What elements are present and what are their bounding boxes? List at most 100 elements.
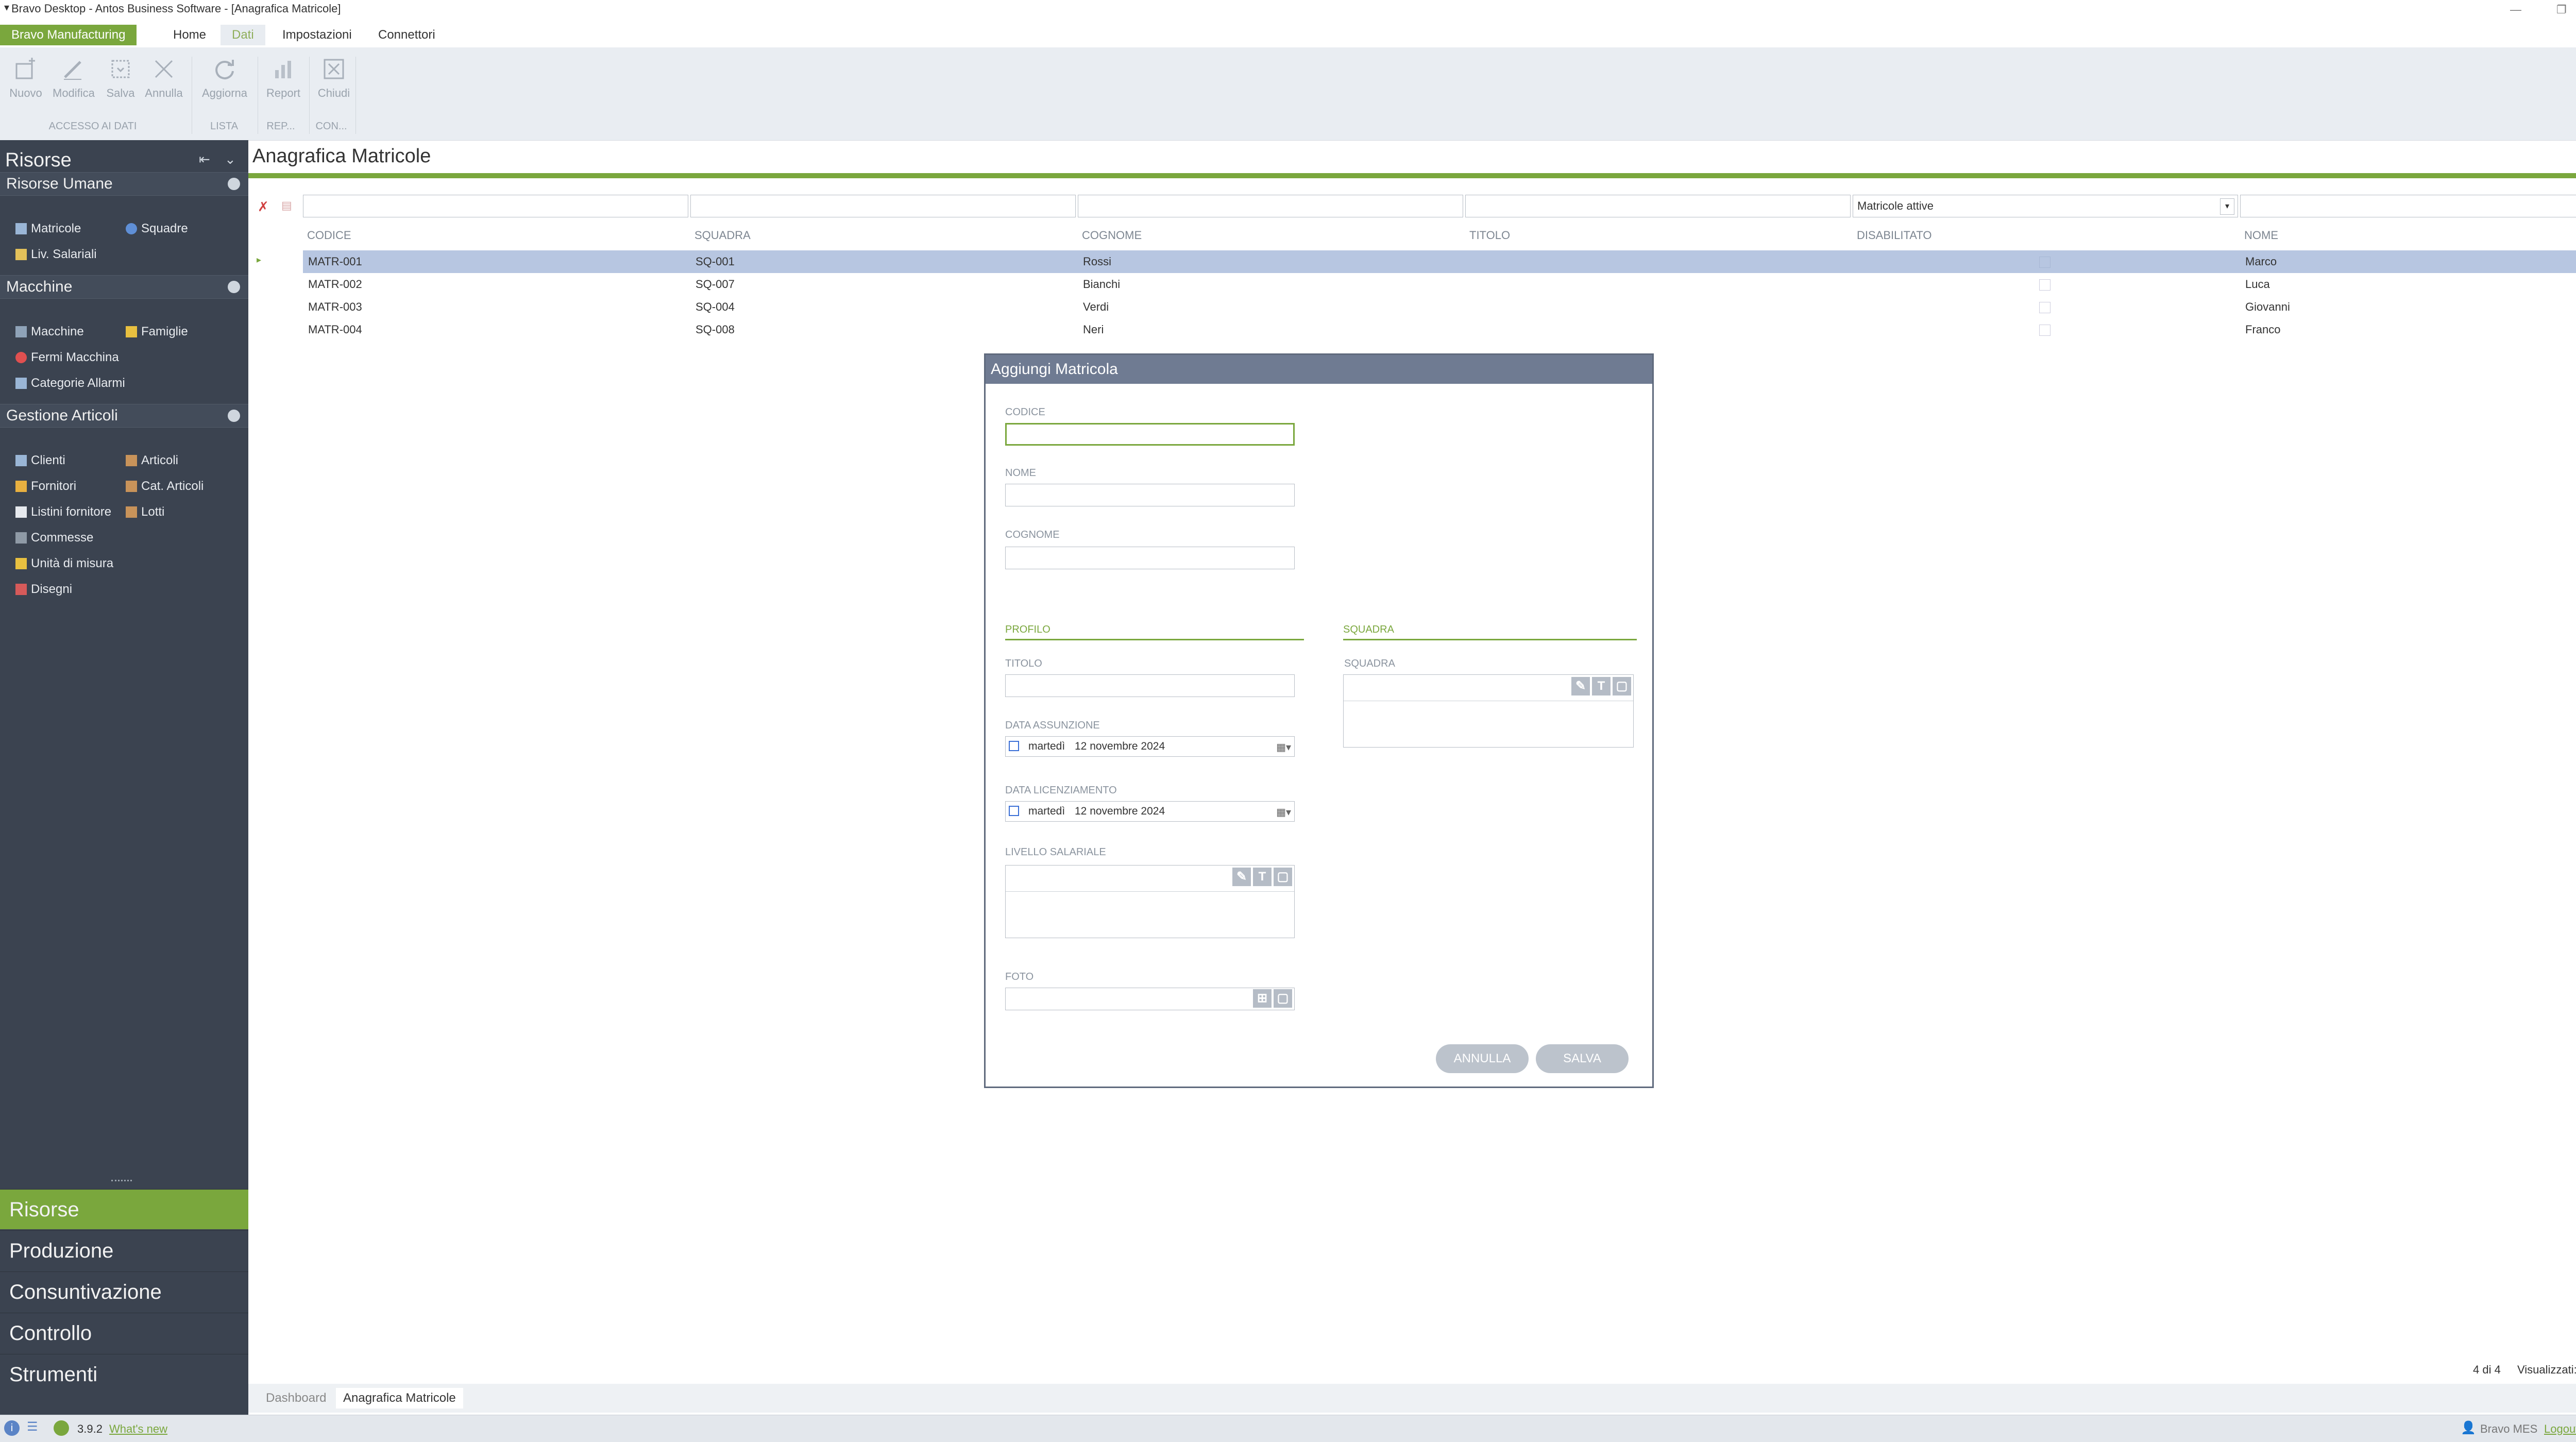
- filter-squadra-input[interactable]: [690, 195, 1076, 217]
- module-produzione[interactable]: Produzione: [0, 1230, 248, 1270]
- filter-nome-input[interactable]: [2240, 195, 2576, 217]
- edit-button[interactable]: Modifica: [53, 55, 95, 100]
- tab-anagrafica-matricole[interactable]: Anagrafica Matricole: [336, 1388, 463, 1409]
- logout-link[interactable]: Logout: [2544, 1422, 2576, 1436]
- user-icon: 👤: [2461, 1421, 2476, 1435]
- sidebar-item-articoli[interactable]: Articoli: [126, 451, 178, 470]
- sidebar-item-matricole[interactable]: Matricole: [15, 219, 81, 238]
- tab-impostazioni[interactable]: Impostazioni: [271, 25, 363, 45]
- tab-dashboard[interactable]: Dashboard: [259, 1388, 333, 1409]
- edit-link-icon[interactable]: ✎: [1571, 677, 1590, 695]
- sidebar-item-liv-salariali[interactable]: Liv. Salariali: [15, 245, 97, 264]
- codice-field[interactable]: [1005, 423, 1295, 446]
- tab-connettori[interactable]: Connettori: [367, 25, 447, 45]
- cognome-field[interactable]: [1005, 547, 1295, 569]
- column-header-squadra[interactable]: SQUADRA: [694, 229, 751, 242]
- sidebar-item-lotti[interactable]: Lotti: [126, 503, 164, 521]
- calendar-icon[interactable]: ▦▾: [1276, 803, 1291, 822]
- nome-field[interactable]: [1005, 484, 1295, 506]
- table-row[interactable]: MATR-004 SQ-008 Neri Franco: [303, 318, 2576, 341]
- section-pie-icon[interactable]: [228, 410, 240, 422]
- filter-cognome-input[interactable]: [1078, 195, 1463, 217]
- sidebar-item-cat-articoli[interactable]: Cat. Articoli: [126, 477, 204, 496]
- table-row[interactable]: MATR-003 SQ-004 Verdi Giovanni: [303, 296, 2576, 318]
- column-header-nome[interactable]: NOME: [2244, 229, 2278, 242]
- table-row[interactable]: MATR-002 SQ-007 Bianchi Luca: [303, 273, 2576, 296]
- section-pie-icon[interactable]: [228, 281, 240, 293]
- cell-disabilitato-checkbox[interactable]: [2039, 279, 2050, 291]
- section-risorse-umane[interactable]: Risorse Umane: [0, 172, 248, 196]
- sidebar-item-commesse[interactable]: Commesse: [15, 529, 93, 547]
- save-button[interactable]: Salva: [100, 55, 141, 100]
- cell-disabilitato-checkbox[interactable]: [2039, 325, 2050, 336]
- browse-image-icon[interactable]: ⊞: [1253, 989, 1272, 1008]
- column-header-titolo[interactable]: TITOLO: [1469, 229, 1510, 242]
- sidebar-item-listini-fornitore[interactable]: Listini fornitore: [15, 503, 111, 521]
- data-licenziamento-checkbox[interactable]: [1009, 806, 1019, 816]
- filter-disabilitato-select[interactable]: Matricole attive ▾: [1853, 195, 2238, 217]
- report-button[interactable]: Report: [263, 55, 304, 100]
- text-icon[interactable]: T: [1253, 868, 1272, 886]
- sidebar-item-macchine[interactable]: Macchine: [15, 323, 84, 341]
- squadra-field[interactable]: ✎ T ▢: [1343, 674, 1634, 748]
- module-risorse[interactable]: Risorse: [0, 1189, 248, 1229]
- window-menu-icon[interactable]: ▾: [4, 1, 9, 14]
- whats-new-link[interactable]: What's new: [109, 1422, 167, 1436]
- cell-disabilitato-checkbox[interactable]: [2039, 302, 2050, 313]
- cancel-button[interactable]: Annulla: [143, 55, 184, 100]
- refresh-status-icon[interactable]: [54, 1420, 69, 1436]
- data-assunzione-checkbox[interactable]: [1009, 741, 1019, 751]
- text-icon[interactable]: T: [1592, 677, 1611, 695]
- list-icon[interactable]: ☰: [27, 1419, 38, 1434]
- dialog-cancel-button[interactable]: ANNULLA: [1436, 1044, 1529, 1073]
- collapse-sidebar-icon[interactable]: ⇤: [199, 151, 210, 167]
- cell-disabilitato-checkbox[interactable]: [2039, 257, 2050, 268]
- sidebar-item-fornitori[interactable]: Fornitori: [15, 477, 76, 496]
- new-button[interactable]: Nuovo: [5, 55, 46, 100]
- sidebar-item-categorie-allarmi[interactable]: Categorie Allarmi: [15, 374, 125, 393]
- close-page-button[interactable]: Chiudi: [313, 55, 354, 100]
- column-header-cognome[interactable]: COGNOME: [1082, 229, 1142, 242]
- splitter-handle[interactable]: [111, 1180, 132, 1184]
- module-strumenti[interactable]: Strumenti: [0, 1354, 248, 1394]
- tab-dati[interactable]: Dati: [221, 25, 265, 45]
- dialog-save-button[interactable]: SALVA: [1536, 1044, 1629, 1073]
- module-consuntivazione[interactable]: Consuntivazione: [0, 1271, 248, 1312]
- clear-icon[interactable]: ▢: [1274, 868, 1292, 886]
- calendar-icon[interactable]: ▦▾: [1276, 738, 1291, 757]
- app-menu-button[interactable]: Bravo Manufacturing: [0, 25, 137, 45]
- foto-field[interactable]: ⊞ ▢: [1005, 988, 1295, 1010]
- sidebar-item-clienti[interactable]: Clienti: [15, 451, 65, 470]
- chevron-down-icon[interactable]: ⌄: [225, 151, 236, 167]
- section-macchine[interactable]: Macchine: [0, 275, 248, 299]
- refresh-button[interactable]: Aggiorna: [200, 55, 249, 100]
- section-pie-icon[interactable]: [228, 178, 240, 190]
- sidebar-item-squadre[interactable]: Squadre: [126, 219, 188, 238]
- data-licenziamento-picker[interactable]: martedì 12 novembre 2024 ▦▾: [1005, 801, 1295, 822]
- restore-icon[interactable]: ❐: [2556, 3, 2567, 16]
- clear-filter-icon[interactable]: ✗: [258, 199, 269, 215]
- clear-icon[interactable]: ▢: [1613, 677, 1631, 695]
- new-icon: [11, 55, 40, 83]
- livello-salariale-field[interactable]: ✎ T ▢: [1005, 865, 1295, 938]
- section-gestione-articoli[interactable]: Gestione Articoli: [0, 404, 248, 428]
- table-row[interactable]: MATR-001 SQ-001 Rossi Marco: [303, 250, 2576, 273]
- module-controllo[interactable]: Controllo: [0, 1313, 248, 1353]
- sidebar-item-famiglie[interactable]: Famiglie: [126, 323, 188, 341]
- delete-image-icon[interactable]: ▢: [1274, 989, 1292, 1008]
- sidebar-item-unita-misura[interactable]: Unità di misura: [15, 554, 113, 573]
- minimize-icon[interactable]: —: [2510, 3, 2521, 16]
- sidebar-item-disegni[interactable]: Disegni: [15, 580, 72, 599]
- filter-titolo-input[interactable]: [1465, 195, 1851, 217]
- column-header-disabilitato[interactable]: DISABILITATO: [1857, 229, 1931, 242]
- info-icon[interactable]: i: [4, 1420, 20, 1436]
- column-header-codice[interactable]: CODICE: [307, 229, 351, 242]
- filter-codice-input[interactable]: [303, 195, 688, 217]
- titolo-field[interactable]: [1005, 674, 1295, 697]
- chevron-down-icon[interactable]: ▾: [2220, 198, 2234, 215]
- edit-link-icon[interactable]: ✎: [1232, 868, 1251, 886]
- sidebar-item-fermi-macchina[interactable]: Fermi Macchina: [15, 348, 119, 367]
- filter-options-icon[interactable]: ▤: [281, 199, 292, 212]
- tab-home[interactable]: Home: [162, 25, 217, 45]
- data-assunzione-picker[interactable]: martedì 12 novembre 2024 ▦▾: [1005, 736, 1295, 757]
